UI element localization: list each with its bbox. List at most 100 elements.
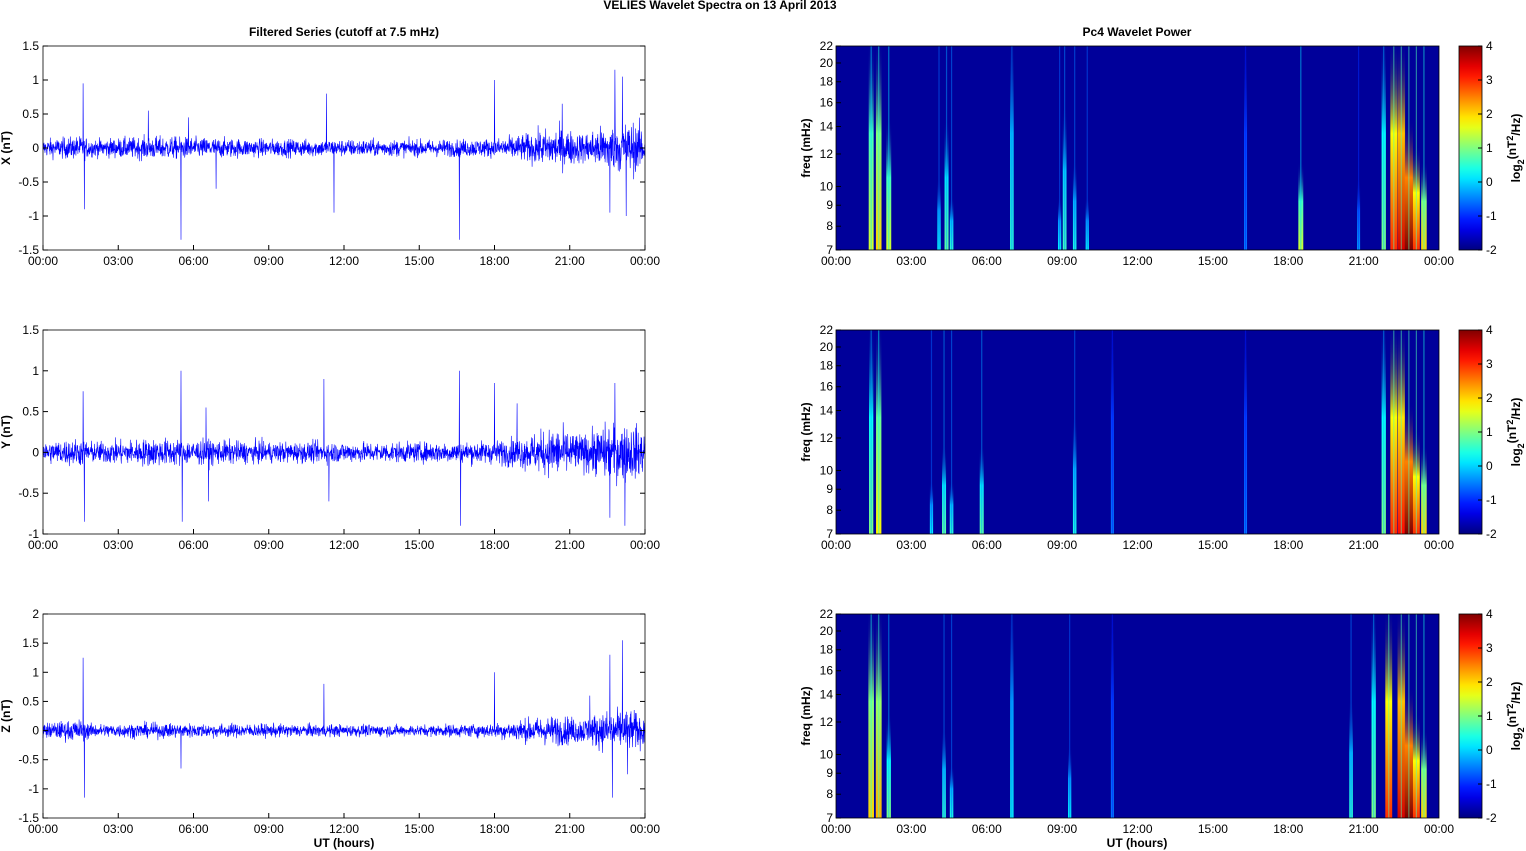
power-streak bbox=[878, 330, 880, 534]
power-streak bbox=[870, 46, 872, 250]
colorbar-tick-label: -1 bbox=[1486, 777, 1497, 791]
power-streak bbox=[1393, 46, 1395, 250]
x-tick-label: 18:00 bbox=[1273, 822, 1303, 836]
x-tick-label: 00:00 bbox=[1424, 254, 1454, 268]
x-tick-label: 03:00 bbox=[103, 822, 133, 836]
colorbar-tick-label: 1 bbox=[1486, 709, 1493, 723]
y-tick-label: -0.5 bbox=[18, 753, 39, 767]
freq-tick-label: 7 bbox=[826, 527, 833, 541]
freq-tick-label: 14 bbox=[820, 404, 834, 418]
y-axis-label: Y (nT) bbox=[0, 415, 13, 449]
power-streak bbox=[1064, 46, 1066, 250]
power-streak bbox=[1074, 46, 1076, 250]
y-tick-label: 2 bbox=[32, 607, 39, 621]
y-tick-label: 0.5 bbox=[22, 694, 39, 708]
x-tick-label: 12:00 bbox=[1122, 822, 1152, 836]
colorbar-tick-label: 1 bbox=[1486, 425, 1493, 439]
freq-tick-label: 22 bbox=[820, 323, 834, 337]
freq-tick-label: 12 bbox=[820, 147, 834, 161]
y-tick-label: -1 bbox=[28, 209, 39, 223]
power-streak bbox=[1400, 614, 1402, 818]
power-streak bbox=[1074, 330, 1076, 534]
panel-x: 1.510.50-0.5-1-1.500:00 03:00 06:00 09:00 12… bbox=[0, 39, 1526, 268]
x-tick-label: 09:00 bbox=[254, 254, 284, 268]
power-streak bbox=[943, 614, 945, 818]
power-streak bbox=[1244, 46, 1247, 250]
x-tick-label: 12:00 bbox=[329, 822, 359, 836]
timeseries-axes-z: 21.510.50-0.5-1-1.500:00 03:00 06:00 09:00 1… bbox=[0, 607, 660, 836]
y-tick-label: -0.5 bbox=[18, 175, 39, 189]
freq-tick-label: 7 bbox=[826, 811, 833, 825]
spectrogram-x: 7 8 9 10 12 14 16 18 20 22 freq (mHz) bbox=[799, 39, 1440, 257]
power-streak bbox=[1111, 614, 1113, 818]
x-tick-label: 18:00 bbox=[1273, 254, 1303, 268]
x-tick-label: 09:00 bbox=[1047, 822, 1077, 836]
freq-tick-label: 10 bbox=[820, 179, 834, 193]
power-streak bbox=[1408, 614, 1410, 818]
x-tick-label: 21:00 bbox=[1349, 254, 1379, 268]
x-tick-label: 00:00 bbox=[630, 254, 660, 268]
freq-tick-label: 7 bbox=[826, 243, 833, 257]
x-tick-label: 21:00 bbox=[1349, 538, 1379, 552]
x-tick-label: 21:00 bbox=[555, 254, 585, 268]
freq-tick-label: 14 bbox=[820, 120, 834, 134]
power-streak bbox=[981, 330, 983, 534]
freq-axis-label: freq (mHz) bbox=[799, 686, 813, 745]
panel-z: 21.510.50-0.5-1-1.500:00 03:00 06:00 09:00 1… bbox=[0, 607, 1526, 836]
colorbar-tick-label: 3 bbox=[1486, 73, 1493, 87]
power-streak bbox=[1069, 614, 1071, 818]
colorbar-tick-label: 0 bbox=[1486, 459, 1493, 473]
x-tick-label: 15:00 bbox=[404, 538, 434, 552]
power-streak bbox=[1423, 330, 1425, 534]
y-tick-label: 0.5 bbox=[22, 405, 39, 419]
y-tick-label: 0.5 bbox=[22, 107, 39, 121]
panel-y: 1.5 1 0.5 0 -0.5 -1 00:00 03:00 06:00 09:00 12:00 1… bbox=[0, 323, 1526, 552]
spectrogram-background bbox=[836, 330, 1439, 534]
freq-tick-label: 18 bbox=[820, 359, 834, 373]
x-tick-label: 15:00 bbox=[404, 822, 434, 836]
x-tick-label: 18:00 bbox=[479, 538, 509, 552]
x-tick-label: 21:00 bbox=[555, 538, 585, 552]
power-streak bbox=[878, 614, 880, 818]
colorbar-tick-label: -1 bbox=[1486, 209, 1497, 223]
power-streak bbox=[1300, 46, 1302, 250]
power-streak bbox=[878, 46, 880, 250]
x-tick-label: 03:00 bbox=[896, 254, 926, 268]
left-xlabel: UT (hours) bbox=[314, 836, 375, 850]
power-streak bbox=[1086, 46, 1088, 250]
power-streak bbox=[1393, 330, 1395, 534]
x-tick-label: 15:00 bbox=[404, 254, 434, 268]
x-tick-label: 09:00 bbox=[254, 538, 284, 552]
spectrogram-z: 7 8 9 10 12 14 16 18 20 22 freq (mHz) bbox=[799, 607, 1440, 825]
power-streak bbox=[950, 614, 953, 818]
power-streak bbox=[1415, 46, 1417, 250]
power-streak bbox=[1111, 330, 1113, 534]
freq-tick-label: 8 bbox=[826, 787, 833, 801]
power-streak bbox=[1408, 330, 1410, 534]
freq-tick-label: 14 bbox=[820, 688, 834, 702]
freq-tick-label: 10 bbox=[820, 463, 834, 477]
power-streak bbox=[1415, 330, 1417, 534]
colorbar-tick-label: 2 bbox=[1486, 391, 1493, 405]
x-tick-label: 09:00 bbox=[254, 822, 284, 836]
power-streak bbox=[1350, 614, 1352, 818]
x-tick-label: 00:00 bbox=[1424, 538, 1454, 552]
colorbar-tick-label: -2 bbox=[1486, 243, 1497, 257]
power-streak bbox=[1011, 614, 1013, 818]
power-streak bbox=[1415, 614, 1417, 818]
y-axis-label: X (nT) bbox=[0, 131, 13, 165]
power-streak bbox=[950, 330, 953, 534]
x-tick-label: 03:00 bbox=[103, 254, 133, 268]
colorbar-tick-label: 4 bbox=[1486, 39, 1493, 53]
colorbar-label: log2(nT2/Hz) bbox=[1505, 114, 1526, 183]
x-tick-label: 00:00 bbox=[28, 254, 58, 268]
x-tick-label: 00:00 bbox=[28, 538, 58, 552]
colorbar-tick-label: 4 bbox=[1486, 323, 1493, 337]
colorbar-tick-label: 1 bbox=[1486, 141, 1493, 155]
power-streak bbox=[1423, 46, 1425, 250]
power-streak bbox=[1388, 614, 1390, 818]
freq-tick-label: 16 bbox=[820, 96, 834, 110]
x-tick-label: 21:00 bbox=[1349, 822, 1379, 836]
y-tick-label: -1 bbox=[28, 782, 39, 796]
plot-area bbox=[43, 614, 645, 818]
